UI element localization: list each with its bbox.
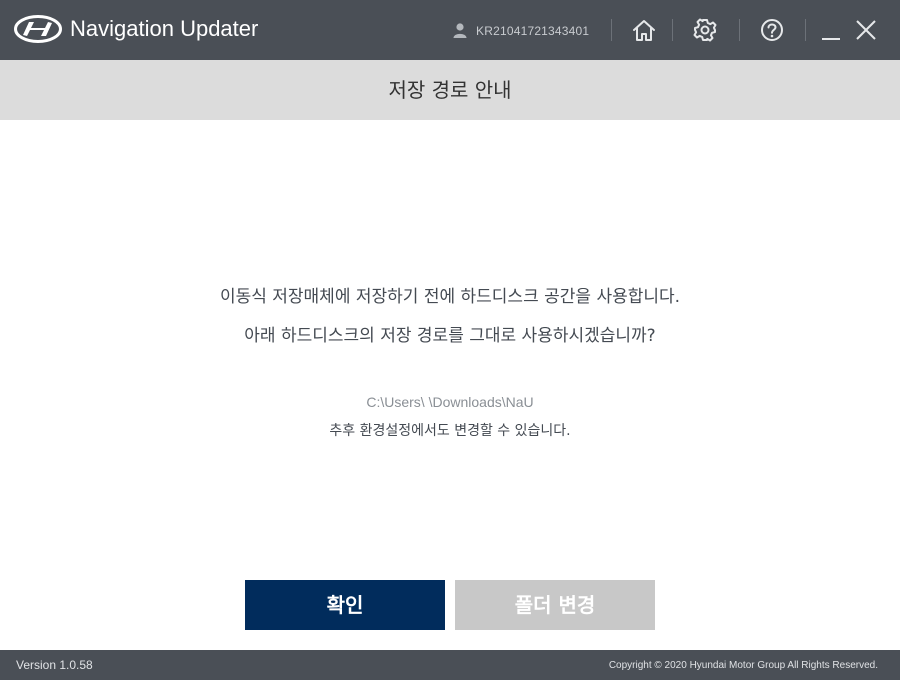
- close-button[interactable]: [851, 15, 881, 45]
- toolbar-divider: [611, 19, 612, 41]
- home-button[interactable]: [629, 15, 659, 45]
- title-bar: Navigation Updater KR21041721343401: [0, 0, 900, 60]
- app-title: Navigation Updater: [70, 16, 259, 41]
- toolbar-divider: [739, 19, 740, 41]
- toolbar-divider: [805, 19, 806, 41]
- confirm-button[interactable]: 확인: [245, 580, 445, 630]
- dialog-content: 이동식 저장매체에 저장하기 전에 하드디스크 공간을 사용합니다. 아래 하드…: [0, 120, 900, 650]
- copyright-text: Copyright © 2020 Hyundai Motor Group All…: [608, 660, 878, 671]
- help-icon: [761, 19, 783, 41]
- hyundai-logo-icon: [14, 15, 62, 43]
- home-icon: [633, 20, 655, 41]
- storage-path: C:\Users\ \Downloads\NaU: [366, 394, 534, 410]
- version-label: Version 1.0.58: [16, 658, 93, 672]
- settings-button[interactable]: [690, 15, 720, 45]
- help-button[interactable]: [757, 15, 787, 45]
- user-icon: [452, 22, 468, 38]
- minimize-icon: [822, 38, 840, 40]
- change-folder-button[interactable]: 폴더 변경: [455, 580, 655, 630]
- message-line-1: 이동식 저장매체에 저장하기 전에 하드디스크 공간을 사용합니다.: [219, 287, 681, 307]
- message-line-2: 아래 하드디스크의 저장 경로를 그대로 사용하시겠습니까?: [244, 326, 656, 346]
- dialog-header: 저장 경로 안내: [0, 60, 900, 120]
- footer-bar: Version 1.0.58 Copyright © 2020 Hyundai …: [0, 650, 900, 680]
- minimize-button[interactable]: [816, 15, 846, 45]
- toolbar-divider: [672, 19, 673, 41]
- dialog-title: 저장 경로 안내: [388, 78, 512, 102]
- settings-note: 추후 환경설정에서도 변경할 수 있습니다.: [329, 423, 571, 439]
- user-id: KR21041721343401: [476, 24, 590, 38]
- close-icon: [856, 20, 876, 40]
- gear-icon: [693, 18, 717, 42]
